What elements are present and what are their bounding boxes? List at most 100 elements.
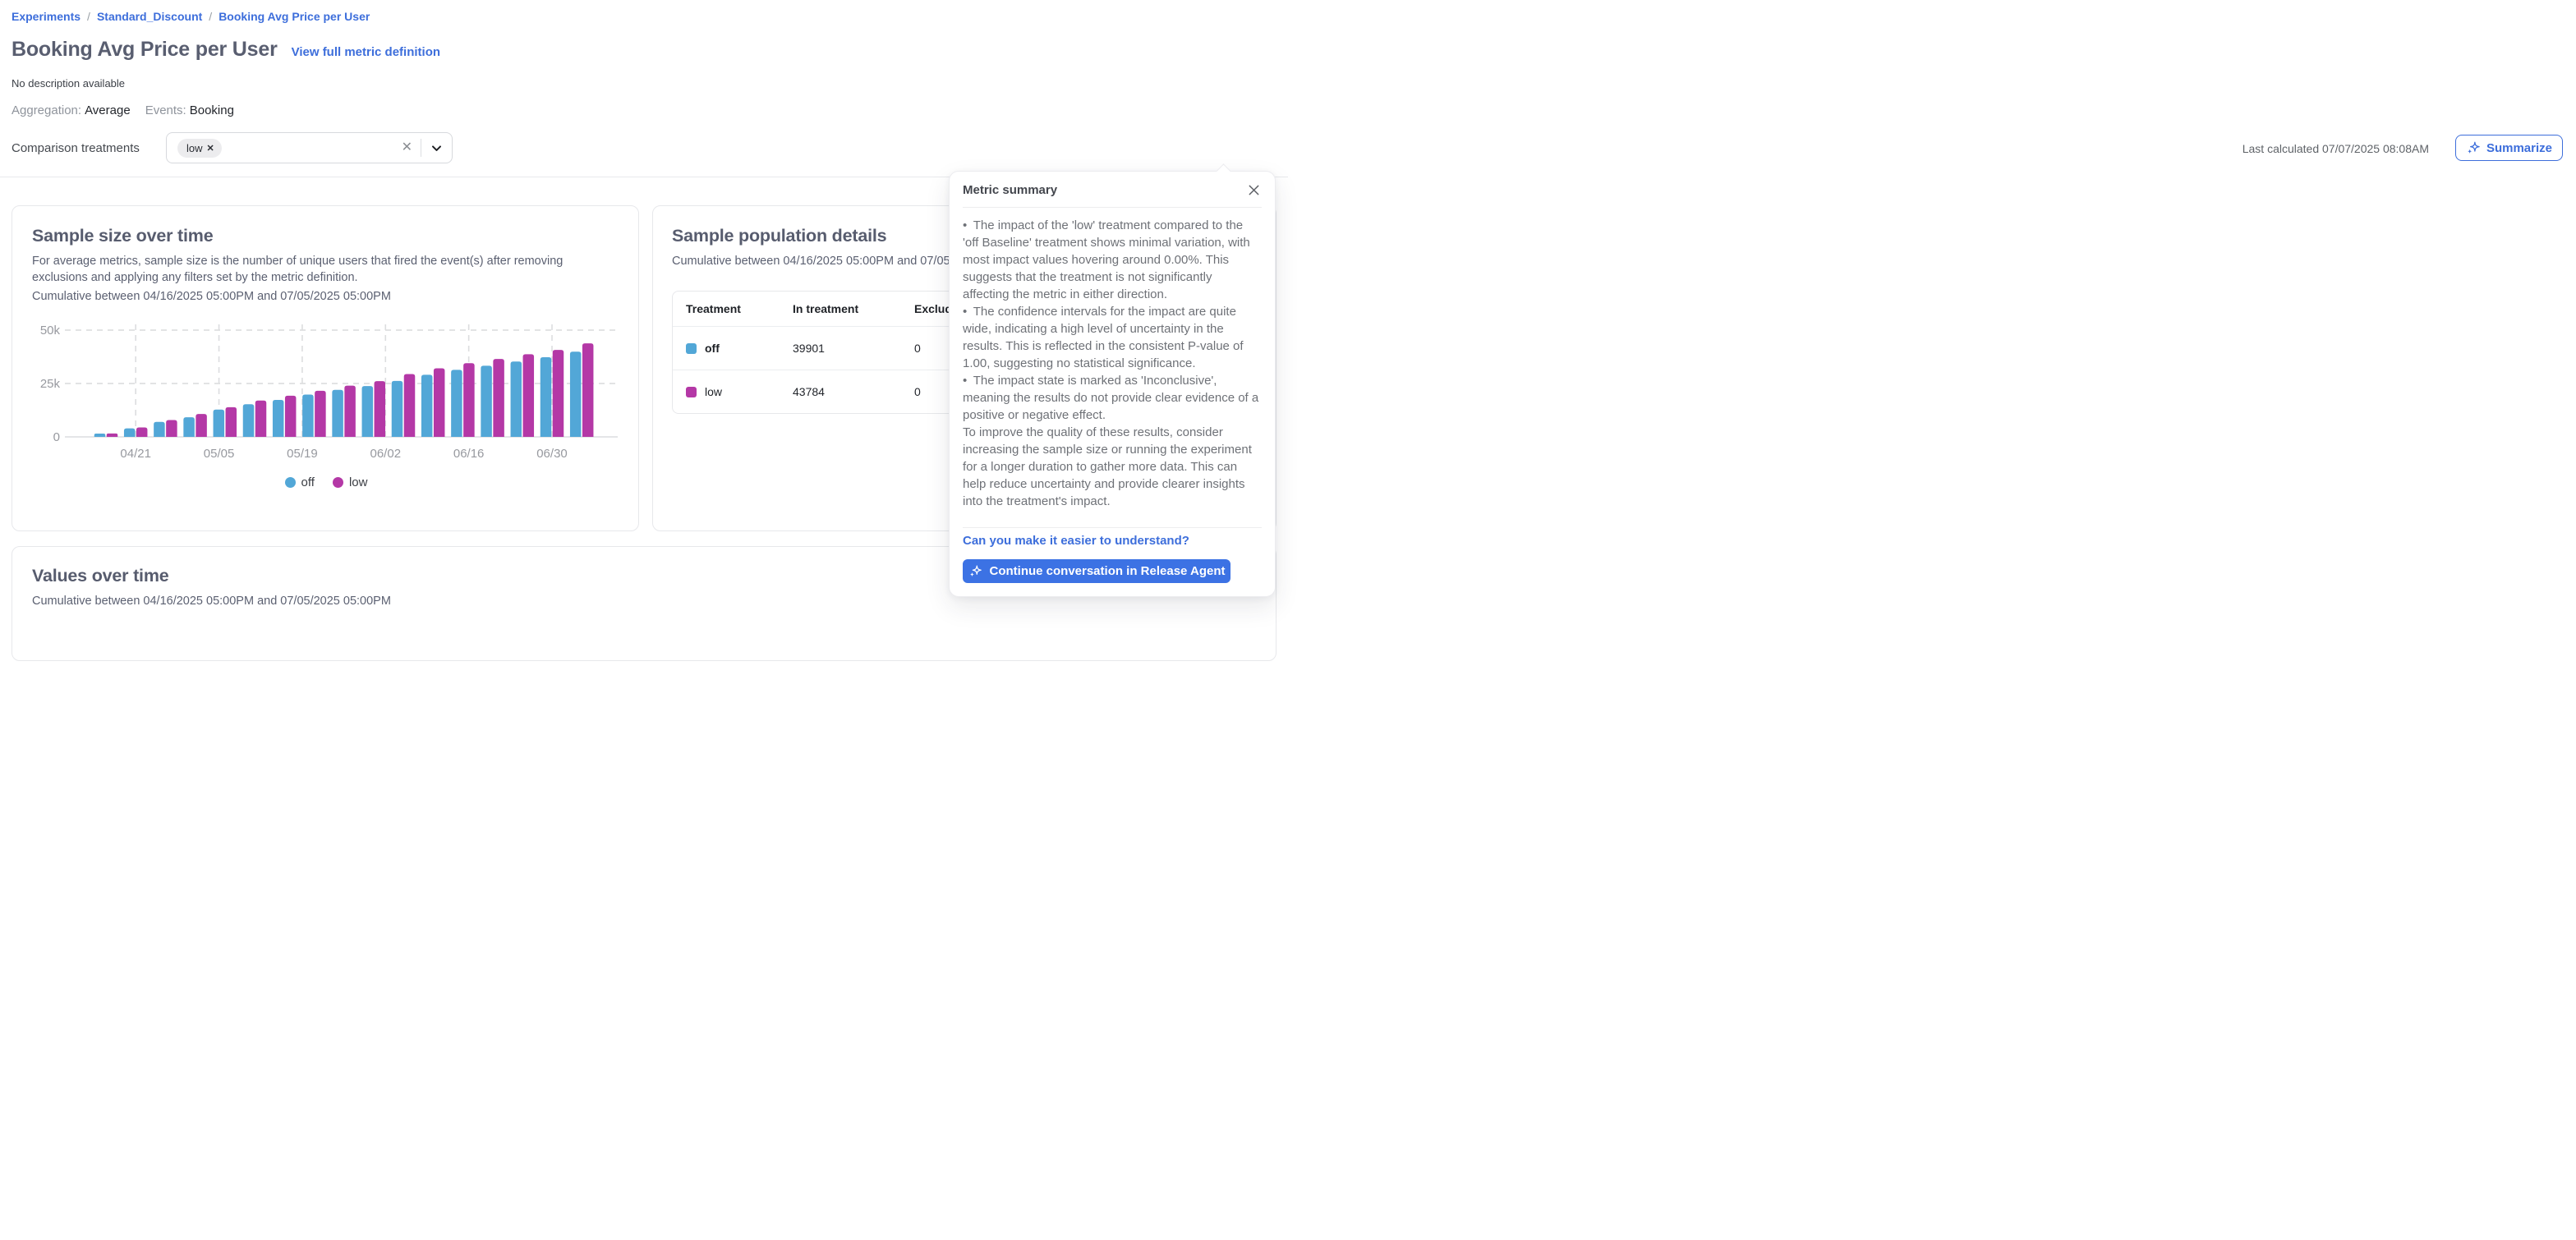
x-axis-tick-label: 05/05: [204, 447, 235, 461]
bar-off[interactable]: [332, 390, 343, 437]
treatment-tag-remove-icon[interactable]: ✕: [207, 143, 214, 154]
bar-off[interactable]: [511, 361, 522, 437]
x-axis-tick-label: 06/16: [453, 447, 485, 461]
summary-bullet: The impact of the 'low' treatment compar…: [963, 217, 1262, 303]
aggregation: Aggregation: Average: [12, 103, 131, 117]
treatment-name: off: [705, 342, 720, 355]
y-axis-tick-label: 25k: [40, 377, 61, 391]
breadcrumb-item[interactable]: Experiments: [12, 10, 80, 23]
metric-description: No description available: [12, 77, 125, 90]
page-title-row: Booking Avg Price per User View full met…: [12, 38, 440, 62]
comparison-treatments-label: Comparison treatments: [12, 141, 140, 155]
values-title: Values over time: [32, 566, 169, 586]
summary-bullet: The confidence intervals for the impact …: [963, 303, 1262, 372]
bar-off[interactable]: [273, 400, 284, 437]
bar-low[interactable]: [375, 381, 386, 437]
summary-bullet: The impact state is marked as 'Inconclus…: [963, 372, 1262, 424]
bar-low[interactable]: [553, 350, 564, 437]
bar-off[interactable]: [154, 422, 165, 437]
y-axis-tick-label: 0: [53, 430, 60, 444]
view-metric-definition-link[interactable]: View full metric definition: [292, 45, 440, 59]
breadcrumb-item[interactable]: Booking Avg Price per User: [218, 10, 370, 23]
breadcrumb: Experiments/Standard_Discount/Booking Av…: [12, 10, 370, 23]
bar-off[interactable]: [243, 404, 255, 437]
bar-off[interactable]: [214, 410, 225, 437]
chart-legend: off low: [12, 475, 640, 489]
popup-title: Metric summary: [963, 183, 1057, 197]
treatment-tag: low ✕: [177, 139, 222, 158]
aggregation-label: Aggregation:: [12, 103, 81, 117]
bar-low[interactable]: [255, 401, 267, 437]
bar-low[interactable]: [196, 414, 207, 437]
select-clear-icon[interactable]: ✕: [393, 141, 421, 154]
summarize-button[interactable]: Summarize: [2455, 135, 2563, 161]
popup-footer: Can you make it easier to understand? Co…: [950, 517, 1275, 596]
last-calculated-text: Last calculated 07/07/2025 08:08AM: [2242, 142, 2429, 155]
bar-low[interactable]: [166, 420, 177, 437]
bar-off[interactable]: [421, 374, 433, 437]
legend-label: off: [301, 475, 315, 489]
sample-size-chart[interactable]: 025k50k04/2105/0505/1906/0206/1606/30: [12, 319, 640, 472]
bar-off[interactable]: [570, 351, 582, 437]
summarize-button-label: Summarize: [2486, 141, 2552, 155]
bar-off[interactable]: [481, 365, 492, 437]
sparkles-icon: [968, 564, 982, 578]
legend-item-low[interactable]: low: [333, 475, 368, 489]
bar-low[interactable]: [285, 396, 297, 437]
bar-off[interactable]: [362, 386, 374, 437]
bar-off[interactable]: [392, 381, 403, 437]
events: Events:Booking: [145, 103, 234, 117]
bar-low[interactable]: [344, 386, 356, 437]
treatment-tag-label: low: [186, 142, 203, 154]
events-label: Events:: [145, 103, 186, 117]
treatment-color-swatch: [686, 343, 697, 354]
bar-low[interactable]: [404, 374, 416, 437]
metric-meta-row: Aggregation: Average Events:Booking: [12, 103, 234, 117]
x-axis-tick-label: 04/21: [120, 447, 151, 461]
values-date-range: Cumulative between 04/16/2025 05:00PM an…: [32, 594, 391, 610]
sparkles-icon: [2466, 140, 2481, 155]
legend-dot: [333, 477, 343, 488]
followup-question-link[interactable]: Can you make it easier to understand?: [963, 534, 1189, 548]
in-treatment-value: 39901: [793, 342, 914, 355]
popup-body: The impact of the 'low' treatment compar…: [950, 208, 1275, 517]
column-header: Treatment: [686, 302, 793, 315]
bar-low[interactable]: [523, 354, 535, 437]
bar-low[interactable]: [226, 407, 237, 437]
close-icon[interactable]: [1246, 182, 1262, 198]
bar-low[interactable]: [493, 359, 504, 437]
continue-conversation-label: Continue conversation in Release Agent: [990, 564, 1226, 578]
bar-off[interactable]: [94, 434, 106, 437]
bar-low[interactable]: [434, 369, 445, 437]
aggregation-value: Average: [85, 103, 131, 117]
bar-low[interactable]: [107, 434, 118, 437]
x-axis-tick-label: 06/30: [536, 447, 568, 461]
popup-footer-divider: [963, 527, 1262, 528]
bar-low[interactable]: [582, 343, 594, 437]
continue-conversation-button[interactable]: Continue conversation in Release Agent: [963, 559, 1230, 583]
bar-off[interactable]: [540, 357, 552, 437]
population-title: Sample population details: [672, 226, 886, 246]
sample-size-description: For average metrics, sample size is the …: [32, 254, 599, 286]
legend-dot: [285, 477, 296, 488]
x-axis-tick-label: 05/19: [287, 447, 318, 461]
breadcrumb-item[interactable]: Standard_Discount: [97, 10, 202, 23]
bar-off[interactable]: [124, 429, 136, 437]
x-axis-tick-label: 06/02: [370, 447, 402, 461]
breadcrumb-separator: /: [209, 10, 212, 23]
bar-low[interactable]: [463, 363, 475, 437]
metric-summary-popup: Metric summary The impact of the 'low' t…: [949, 171, 1276, 597]
sample-size-card: Sample size over time For average metric…: [12, 205, 639, 531]
comparison-treatments-select[interactable]: low ✕ ✕: [166, 132, 453, 163]
page-title: Booking Avg Price per User: [12, 38, 278, 62]
in-treatment-value: 43784: [793, 385, 914, 398]
legend-item-off[interactable]: off: [285, 475, 315, 489]
chevron-down-icon[interactable]: [421, 142, 452, 154]
sample-size-date-range: Cumulative between 04/16/2025 05:00PM an…: [32, 289, 391, 305]
summary-closing: To improve the quality of these results,…: [963, 424, 1262, 510]
bar-low[interactable]: [315, 391, 326, 437]
bar-low[interactable]: [136, 428, 148, 437]
bar-off[interactable]: [183, 417, 195, 437]
bar-off[interactable]: [451, 370, 462, 437]
bar-off[interactable]: [302, 395, 314, 437]
